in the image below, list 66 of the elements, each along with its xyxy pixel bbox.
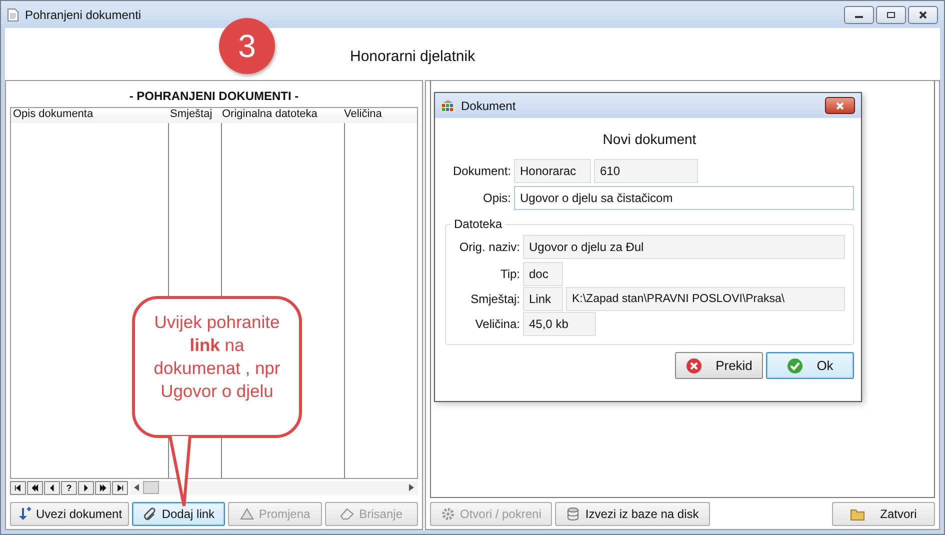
document-type-field: Honorarac [514, 159, 591, 183]
minimize-button[interactable] [844, 6, 874, 24]
next-icon [82, 484, 90, 492]
maximize-icon [886, 10, 896, 18]
employee-title: Honorarni djelatnik [350, 48, 476, 64]
group-title: Datoteka [453, 217, 504, 231]
path-field: K:\Zapad stan\PRAVNI POSLOVI\Praksa\ [566, 287, 845, 311]
scroll-left-icon [134, 484, 139, 491]
navigator-button[interactable]: ? [61, 480, 77, 494]
gear-icon [441, 507, 455, 521]
dialog-title: Dokument [461, 98, 517, 112]
navigator-button[interactable] [44, 480, 60, 494]
field-label: Opis: [482, 191, 511, 205]
link-button[interactable]: Dodaj link [132, 502, 226, 526]
field-label: Tip: [499, 267, 520, 281]
prev-page-icon [31, 484, 39, 492]
original-name-field: Ugovor o djelu za Đul [523, 235, 845, 259]
cancel-button[interactable]: Prekid [675, 352, 763, 379]
ok-button[interactable]: Ok [766, 352, 854, 379]
column-header[interactable]: Smještaj [168, 108, 220, 123]
window-title: Pohranjeni dokumenti [25, 8, 142, 22]
import-button[interactable]: Uvezi dokument [10, 502, 130, 526]
field-label: Smještaj: [470, 292, 520, 306]
column-header[interactable]: Originalna datoteka [220, 108, 342, 123]
close-window-button[interactable]: Zatvori [832, 502, 935, 526]
close-icon [835, 102, 845, 110]
folder-icon [850, 508, 866, 520]
next-page-icon [99, 484, 107, 492]
type-field: doc [523, 262, 563, 286]
field-label: Orig. naziv: [458, 240, 520, 254]
navigator-button[interactable] [27, 480, 43, 494]
horizontal-scrollbar[interactable] [130, 480, 418, 494]
first-icon [14, 484, 22, 492]
size-field: 45,0 kb [523, 312, 596, 336]
field-label: Veličina: [474, 317, 520, 331]
close-button[interactable] [825, 97, 855, 114]
triangle-icon [240, 508, 254, 520]
import-arrow-icon [17, 507, 31, 521]
prev-icon [48, 484, 56, 492]
navigator-button[interactable] [78, 480, 94, 494]
grid-icon [441, 100, 455, 112]
document-icon [7, 8, 19, 22]
dialog-heading: Novi dokument [602, 130, 698, 149]
panel-title: - POHRANJENI DOKUMENTI - [128, 88, 300, 105]
document-number-field: 610 [594, 159, 698, 183]
column-header[interactable]: Veličina [342, 108, 417, 123]
database-icon [566, 507, 580, 521]
close-icon [918, 10, 928, 18]
paperclip-icon [142, 507, 157, 521]
scroll-thumb[interactable] [143, 481, 159, 494]
navigator-button[interactable] [95, 480, 111, 494]
cancel-icon [686, 358, 702, 374]
navigator-button[interactable] [10, 480, 26, 494]
field-label: Dokument: [452, 164, 511, 178]
close-button[interactable] [908, 6, 938, 24]
checkmark-icon [786, 358, 803, 374]
description-field[interactable]: Ugovor o djelu sa čistačicom [514, 186, 854, 210]
maximize-button[interactable] [876, 6, 906, 24]
scroll-right-icon [409, 484, 414, 491]
last-icon [116, 484, 124, 492]
navigator-button[interactable] [112, 480, 128, 494]
column-header[interactable]: Opis dokumenta [11, 108, 168, 123]
callout-bubble: Uvijek pohranite link na dokumenat , npr Ugovor o djelu [132, 296, 302, 438]
step-badge: 3 [219, 18, 275, 74]
export-button[interactable]: Izvezi iz baze na disk [555, 502, 710, 526]
storage-kind-field: Link [523, 287, 563, 311]
